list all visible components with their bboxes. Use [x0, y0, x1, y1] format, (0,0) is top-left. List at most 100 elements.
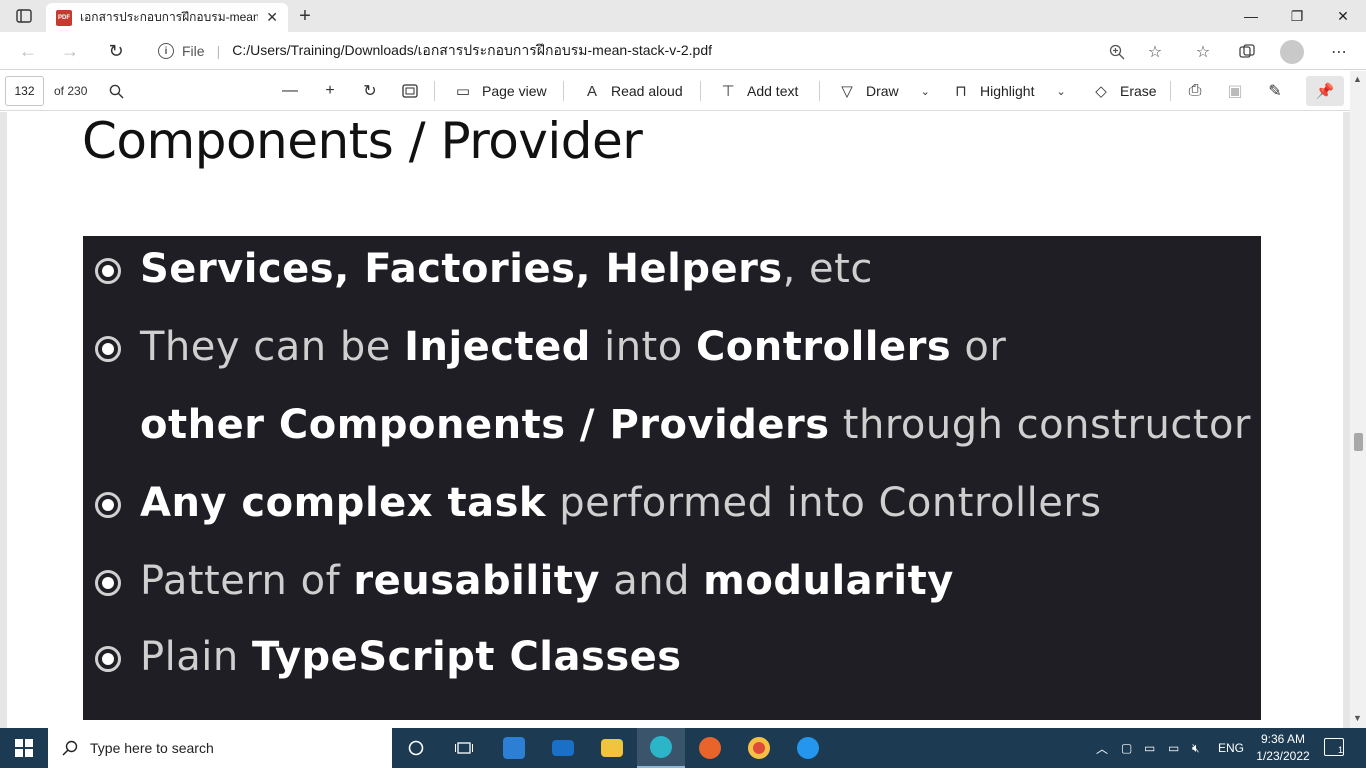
tab-actions-icon[interactable]	[8, 4, 40, 28]
bullet-text: through constructor	[829, 402, 1251, 448]
zoom-out-icon[interactable]: —	[279, 81, 301, 101]
new-tab-button[interactable]: +	[292, 4, 318, 28]
edge-browser-icon[interactable]	[637, 728, 685, 768]
more-options-icon[interactable]: ⋯	[1326, 40, 1352, 64]
url-separator: |	[216, 43, 221, 59]
back-button[interactable]: ←	[14, 38, 42, 64]
bullet-text: or	[951, 324, 1007, 370]
chrome-icon[interactable]	[735, 728, 783, 768]
slide-bullet-text: Services, Factories, Helpers, etc	[140, 246, 873, 292]
volume-muted-icon[interactable]: 🔇︎	[1192, 728, 1200, 768]
toolbar-divider	[700, 81, 701, 101]
save-icon[interactable]: ▣	[1224, 81, 1246, 101]
save-as-icon[interactable]: ✎	[1264, 81, 1286, 101]
bullet-bold-text: TypeScript Classes	[251, 634, 682, 680]
highlight-dropdown-chevron-icon[interactable]: ⌄	[1056, 85, 1065, 98]
erase-button[interactable]: ◇ Erase	[1092, 79, 1157, 103]
page-view-icon: ▭	[455, 83, 471, 100]
info-icon[interactable]: i	[158, 43, 174, 59]
slide-bullet-text: Plain TypeScript Classes	[140, 634, 682, 680]
eraser-icon: ◇	[1095, 83, 1107, 100]
toolbar-divider	[1170, 81, 1171, 101]
mail-icon[interactable]	[539, 728, 587, 768]
address-bar: ← → ↻ i File | C:/Users/Training/Downloa…	[0, 32, 1366, 70]
browser-tab[interactable]: PDF เอกสารประกอบการฝึกอบรม-mean-stack-v-…	[46, 3, 288, 32]
language-indicator[interactable]: ENG	[1218, 728, 1244, 768]
toolbar-divider	[563, 81, 564, 101]
taskbar-search[interactable]: Type here to search	[48, 728, 392, 768]
scroll-down-arrow-icon[interactable]: ▼	[1353, 713, 1362, 723]
pin-toolbar-icon[interactable]: 📌	[1306, 76, 1344, 106]
draw-dropdown-chevron-icon[interactable]: ⌄	[921, 85, 930, 98]
task-view-icon[interactable]	[440, 728, 488, 768]
find-icon[interactable]	[105, 81, 127, 101]
slide-bullet-text: They can be Injected into Controllers or	[140, 324, 1006, 370]
read-aloud-label: Read aloud	[611, 83, 683, 99]
tab-close-icon[interactable]: ✕	[266, 9, 278, 26]
firefox-icon[interactable]	[686, 728, 734, 768]
add-text-button[interactable]: ⊤ Add text	[719, 79, 798, 103]
highlight-button[interactable]: ⊓ Highlight ⌄	[952, 79, 1066, 103]
collections-icon[interactable]	[1234, 40, 1260, 64]
page-view-button[interactable]: ▭ Page view	[454, 79, 547, 103]
bullet-icon	[95, 336, 121, 362]
pdf-page: Components / Provider Services, Factorie…	[7, 112, 1343, 728]
bullet-bold-text: reusability	[353, 558, 600, 604]
slide-title: Components / Provider	[82, 112, 643, 170]
slide-bullet-text: Pattern of reusability and modularity	[140, 558, 954, 604]
bullet-text: They can be	[140, 324, 405, 370]
fit-to-page-icon[interactable]	[399, 81, 421, 101]
toolbar-divider	[434, 81, 435, 101]
bullet-text: Pattern of	[140, 558, 354, 604]
vertical-scrollbar[interactable]: ▲ ▼	[1350, 71, 1366, 728]
zoom-icon[interactable]	[1104, 40, 1130, 64]
show-hidden-icons-chevron-icon[interactable]: ︿	[1096, 728, 1108, 768]
scroll-up-arrow-icon[interactable]: ▲	[1353, 74, 1362, 84]
file-label: File	[182, 43, 205, 59]
battery-icon[interactable]: ▭	[1144, 728, 1155, 768]
bullet-bold-text: modularity	[703, 558, 954, 604]
profile-avatar[interactable]	[1280, 40, 1304, 64]
rotate-icon[interactable]: ↻	[359, 81, 381, 101]
minimize-button[interactable]: —	[1228, 0, 1274, 32]
page-number-input[interactable]: 132	[5, 76, 44, 106]
close-window-button[interactable]: ✕	[1320, 0, 1366, 32]
url-field[interactable]: i File | C:/Users/Training/Downloads/เอก…	[144, 36, 1178, 66]
erase-label: Erase	[1120, 83, 1157, 99]
microsoft-store-icon[interactable]	[490, 728, 538, 768]
slide-content-box: Services, Factories, Helpers, etc They ca…	[83, 236, 1261, 720]
bullet-icon	[95, 570, 121, 596]
page-count-label: of 230	[54, 84, 88, 98]
draw-label: Draw	[866, 83, 899, 99]
bullet-bold-text: Injected	[404, 324, 591, 370]
search-icon	[62, 740, 78, 756]
title-bar: PDF เอกสารประกอบการฝึกอบรม-mean-stack-v-…	[0, 0, 1366, 32]
notification-center-icon[interactable]: 1	[1324, 738, 1344, 756]
docker-icon[interactable]	[784, 728, 832, 768]
favorites-icon[interactable]: ☆	[1190, 40, 1216, 64]
notification-count: 1	[1337, 745, 1343, 755]
tab-title: เอกสารประกอบการฝึกอบรม-mean-stack-v-2.pd…	[80, 10, 259, 24]
bullet-bold-text: other Components / Providers	[140, 402, 830, 448]
print-icon[interactable]: ⎙	[1184, 81, 1206, 101]
url-text[interactable]: C:/Users/Training/Downloads/เอกสารประกอบ…	[232, 40, 712, 62]
cortana-icon[interactable]	[392, 728, 440, 768]
page-view-label: Page view	[482, 83, 547, 99]
restore-button[interactable]: ❐	[1274, 0, 1320, 32]
add-favorite-icon[interactable]: ☆	[1142, 40, 1168, 64]
bullet-icon	[95, 646, 121, 672]
scrollbar-thumb[interactable]	[1354, 433, 1363, 451]
read-aloud-button[interactable]: A Read aloud	[583, 79, 683, 103]
meet-now-icon[interactable]: ▢	[1121, 728, 1132, 768]
bullet-icon	[95, 258, 121, 284]
network-icon[interactable]: ▭	[1168, 728, 1179, 768]
zoom-in-icon[interactable]: +	[319, 81, 341, 101]
pdf-viewer: Components / Provider Services, Factorie…	[0, 112, 1366, 728]
start-button[interactable]	[0, 728, 48, 768]
forward-button[interactable]: →	[56, 38, 84, 64]
draw-button[interactable]: ▽ Draw ⌄	[838, 79, 930, 103]
clock[interactable]: 9:36 AM 1/23/2022	[1248, 731, 1318, 765]
refresh-button[interactable]: ↻	[102, 38, 130, 64]
pdf-file-icon: PDF	[56, 9, 72, 26]
file-explorer-icon[interactable]	[588, 728, 636, 768]
